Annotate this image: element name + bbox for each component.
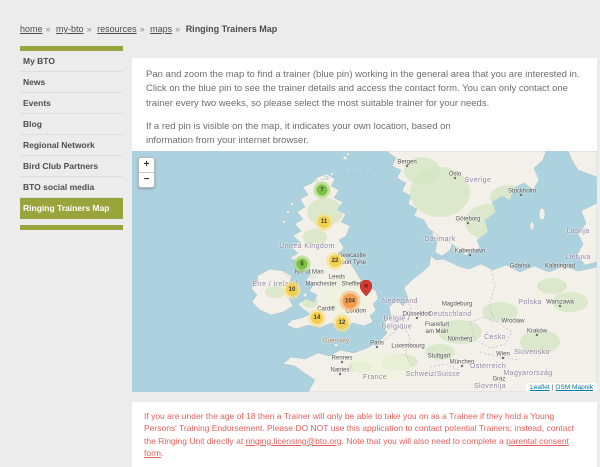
ringing-unit-email-link[interactable]: ringing.licensing@bto.org xyxy=(246,436,342,446)
leaflet-link[interactable]: Leaflet xyxy=(530,384,550,391)
breadcrumb-link[interactable]: resources xyxy=(97,24,137,34)
trainers-map[interactable]: United Kingdom Éire / Ireland Newcastle … xyxy=(132,151,597,392)
breadcrumb-item[interactable]: Ringing Trainers Map xyxy=(186,24,284,34)
intro-paragraph-2: If a red pin is visible on the map, it i… xyxy=(146,120,583,149)
breadcrumb: home» my-bto» resources» maps» Ringing T… xyxy=(20,24,283,34)
sidebar-item[interactable]: Ringing Trainers Map xyxy=(20,198,123,219)
breadcrumb-separator: » xyxy=(87,24,92,34)
breadcrumb-separator: » xyxy=(175,24,180,34)
zoom-out-button[interactable]: − xyxy=(139,172,154,187)
sidebar: My BTO News Events Blog Regional Network… xyxy=(20,46,123,230)
breadcrumb-link[interactable]: Ringing Trainers Map xyxy=(186,24,278,34)
sidebar-item[interactable]: BTO social media xyxy=(20,177,123,198)
breadcrumb-link[interactable]: maps xyxy=(150,24,172,34)
intro-paragraph-1: Pan and zoom the map to find a trainer (… xyxy=(146,68,583,111)
intro-panel: Pan and zoom the map to find a trainer (… xyxy=(132,58,597,156)
cluster-count: 22 xyxy=(332,258,339,264)
breadcrumb-item[interactable]: resources» xyxy=(97,24,150,34)
trainer-cluster-marker[interactable]: 7 xyxy=(317,185,328,196)
red-pin[interactable] xyxy=(360,280,372,296)
sidebar-item[interactable]: My BTO xyxy=(20,51,123,72)
attribution-separator: | xyxy=(552,384,554,391)
breadcrumb-separator: » xyxy=(140,24,145,34)
sidebar-item[interactable]: Bird Club Partners xyxy=(20,156,123,177)
map-attribution: Leaflet|OSM Mapnik xyxy=(526,383,597,392)
trainer-cluster-marker[interactable]: 12 xyxy=(336,317,348,329)
sidebar-item[interactable]: News xyxy=(20,72,123,93)
sidebar-item[interactable]: Events xyxy=(20,93,123,114)
map-clusters: 7 11 6 22 10 104 14 xyxy=(132,151,597,392)
sidebar-item[interactable]: Regional Network xyxy=(20,135,123,156)
trainer-cluster-marker[interactable]: 104 xyxy=(343,294,358,309)
sidebar-bottom-bar xyxy=(20,225,123,230)
breadcrumb-item[interactable]: maps» xyxy=(150,24,186,34)
breadcrumb-link[interactable]: my-bto xyxy=(56,24,84,34)
trainer-cluster-marker[interactable]: 14 xyxy=(311,312,323,324)
breadcrumb-link[interactable]: home xyxy=(20,24,43,34)
cluster-count: 12 xyxy=(339,320,346,326)
trainer-cluster-marker[interactable]: 22 xyxy=(329,255,341,267)
zoom-in-button[interactable]: + xyxy=(139,158,154,172)
trainer-cluster-marker[interactable]: 6 xyxy=(297,259,308,270)
trainer-cluster-marker[interactable]: 11 xyxy=(318,216,330,228)
sidebar-menu: My BTO News Events Blog Regional Network… xyxy=(20,51,123,219)
map-zoom-control: + − xyxy=(138,157,155,188)
cluster-count: 6 xyxy=(300,261,303,267)
notice-text-middle: . Note that you will also need to comple… xyxy=(342,436,506,446)
cluster-count: 7 xyxy=(320,187,323,193)
trainer-cluster-marker[interactable]: 10 xyxy=(286,284,298,296)
breadcrumb-separator: » xyxy=(46,24,51,34)
breadcrumb-item[interactable]: my-bto» xyxy=(56,24,97,34)
osm-link[interactable]: OSM Mapnik xyxy=(555,384,593,391)
notice-text-after: . xyxy=(161,448,163,458)
cluster-count: 104 xyxy=(345,298,355,304)
under-18-notice: If you are under the age of 18 then a Tr… xyxy=(132,402,597,467)
cluster-count: 14 xyxy=(314,315,321,321)
breadcrumb-item[interactable]: home» xyxy=(20,24,56,34)
cluster-count: 10 xyxy=(289,287,296,293)
cluster-count: 11 xyxy=(321,219,327,225)
sidebar-item[interactable]: Blog xyxy=(20,114,123,135)
